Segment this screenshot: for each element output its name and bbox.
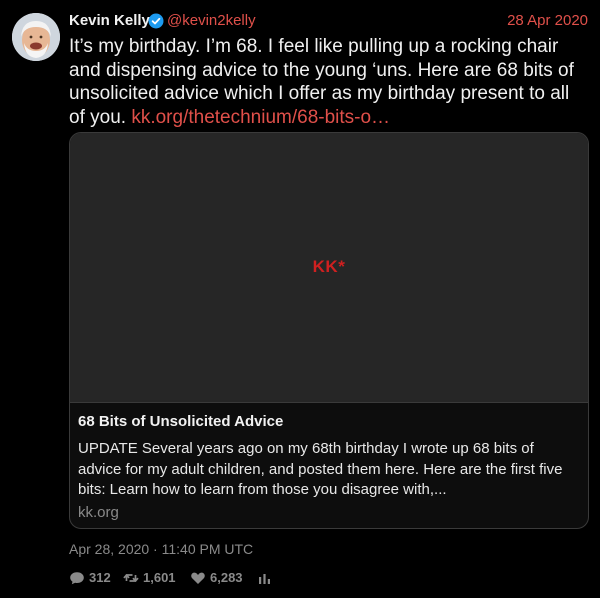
like-icon — [190, 570, 206, 586]
avatar-photo — [12, 13, 60, 61]
like-count: 6,283 — [210, 570, 243, 585]
card-logo: KK* — [70, 257, 588, 277]
card-image[interactable]: KK* — [70, 133, 588, 403]
verified-badge-icon — [148, 13, 164, 29]
reply-count: 312 — [89, 570, 111, 585]
tweet-text: It’s my birthday. I’m 68. I feel like pu… — [69, 35, 589, 129]
avatar[interactable] — [12, 13, 60, 61]
tweet-link[interactable]: kk.org/thetechnium/68-bits-o… — [131, 107, 390, 128]
link-preview-card[interactable]: KK* 68 Bits of Unsolicited Advice UPDATE… — [69, 132, 589, 529]
tweet-timestamp[interactable]: Apr 28, 2020 · 11:40 PM UTC — [69, 541, 253, 557]
author-name[interactable]: Kevin Kelly — [69, 12, 150, 29]
reply-icon — [69, 570, 85, 586]
asterisk-icon: * — [338, 257, 346, 276]
card-title[interactable]: 68 Bits of Unsolicited Advice — [78, 413, 283, 430]
author-handle[interactable]: @kevin2kelly — [167, 12, 256, 29]
card-description: UPDATE Several years ago on my 68th birt… — [78, 440, 563, 498]
card-logo-text: KK — [312, 257, 339, 276]
tweet: Kevin Kelly @kevin2kelly 28 Apr 2020 It’… — [0, 0, 600, 598]
retweet-icon — [123, 570, 139, 586]
card-domain: kk.org — [78, 504, 119, 521]
retweet-count: 1,601 — [143, 570, 176, 585]
tweet-date[interactable]: 28 Apr 2020 — [507, 12, 588, 29]
tweet-header: Kevin Kelly @kevin2kelly 28 Apr 2020 — [69, 10, 588, 32]
analytics-icon[interactable] — [258, 572, 271, 585]
